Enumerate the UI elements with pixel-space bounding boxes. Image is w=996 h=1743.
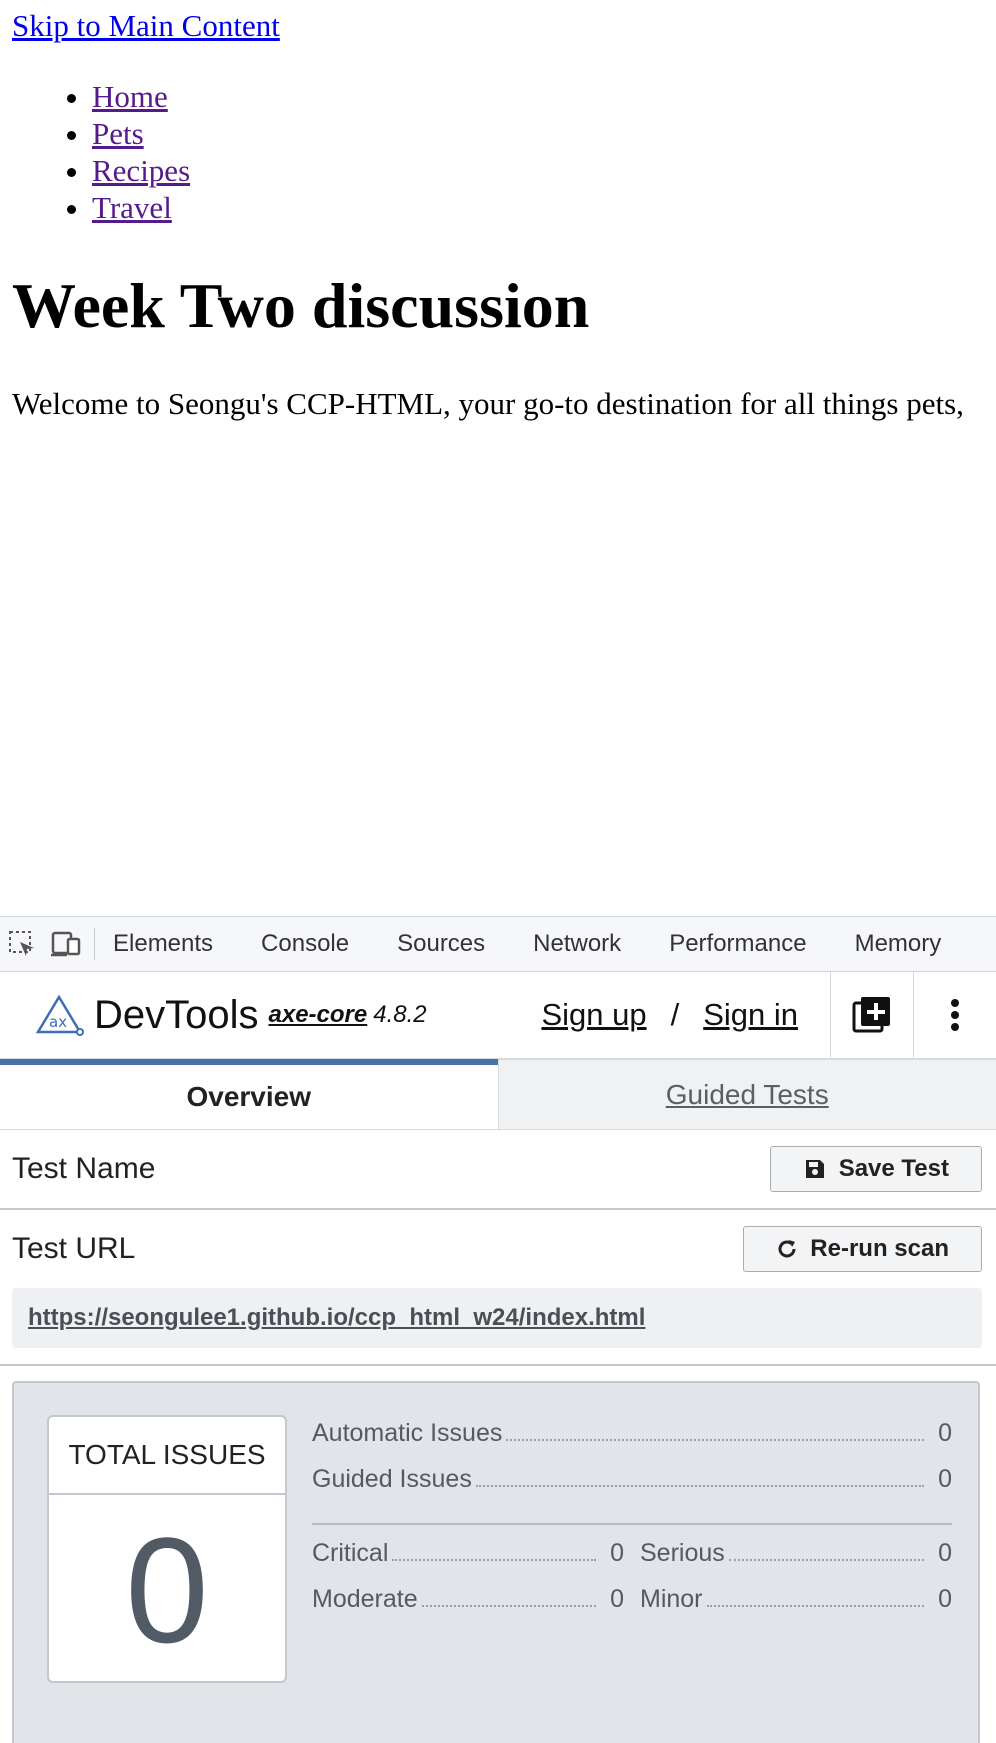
stat-automatic-issues: Automatic Issues 0 (312, 1419, 952, 1465)
guided-issues-count: 0 (934, 1465, 952, 1494)
critical-count: 0 (606, 1539, 624, 1568)
device-toolbar-icon[interactable] (44, 917, 88, 971)
total-issues-count: 0 (49, 1495, 285, 1685)
test-name-row: Test Name Save Test (0, 1130, 996, 1210)
rerun-scan-button[interactable]: Re-run scan (743, 1226, 982, 1272)
nav-item-pets: Pets (92, 115, 190, 152)
nav-link-home[interactable]: Home (92, 79, 168, 114)
nav-item-recipes: Recipes (92, 152, 190, 189)
nav-link-pets[interactable]: Pets (92, 116, 144, 151)
guided-issues-label: Guided Issues (312, 1465, 472, 1494)
serious-count: 0 (934, 1539, 952, 1568)
auth-links: Sign up / Sign in (541, 997, 798, 1033)
tab-overview[interactable]: Overview (0, 1059, 498, 1129)
test-url-label: Test URL (12, 1232, 135, 1266)
toolbar-divider (94, 928, 95, 960)
nav-link-travel[interactable]: Travel (92, 190, 172, 225)
axe-version: 4.8.2 (373, 1001, 426, 1029)
minor-label: Minor (640, 1585, 703, 1614)
sign-up-link[interactable]: Sign up (541, 997, 646, 1033)
automatic-issues-count: 0 (934, 1419, 952, 1448)
total-issues-card: TOTAL ISSUES 0 (47, 1415, 287, 1683)
axe-title: DevTools (94, 993, 259, 1038)
total-issues-label: TOTAL ISSUES (49, 1417, 285, 1495)
dot-leader (729, 1559, 924, 1561)
stat-critical: Critical 0 (312, 1539, 624, 1585)
test-url-link[interactable]: https://seongulee1.github.io/ccp_html_w2… (12, 1288, 982, 1348)
moderate-count: 0 (606, 1585, 624, 1614)
page-heading: Week Two discussion (12, 268, 589, 345)
dot-leader (392, 1559, 596, 1561)
nav-item-home: Home (92, 78, 190, 115)
severity-grid: Critical 0 Serious 0 Moderate 0 Minor (312, 1539, 952, 1631)
intro-text: Welcome to Seongu's CCP-HTML, your go-to… (12, 386, 964, 422)
more-options-button[interactable] (913, 972, 996, 1058)
tab-performance[interactable]: Performance (669, 930, 806, 958)
section-divider (0, 1364, 996, 1366)
auth-separator: / (671, 997, 680, 1033)
test-url-row: Test URL Re-run scan (0, 1210, 996, 1288)
site-nav: Home Pets Recipes Travel (52, 78, 190, 226)
save-test-button[interactable]: Save Test (770, 1146, 982, 1192)
new-scan-button[interactable] (830, 972, 913, 1058)
devtools-panel: Elements Console Sources Network Perform… (0, 916, 996, 1743)
sign-in-link[interactable]: Sign in (703, 997, 798, 1033)
tab-network[interactable]: Network (533, 930, 621, 958)
refresh-icon (776, 1238, 798, 1260)
tab-console[interactable]: Console (261, 930, 349, 958)
stat-serious: Serious 0 (640, 1539, 952, 1585)
stat-minor: Minor 0 (640, 1585, 952, 1631)
critical-label: Critical (312, 1539, 388, 1568)
nav-item-travel: Travel (92, 189, 190, 226)
tab-memory[interactable]: Memory (855, 930, 942, 958)
axe-core-link[interactable]: axe-core (269, 1001, 368, 1029)
serious-label: Serious (640, 1539, 725, 1568)
rerun-scan-label: Re-run scan (810, 1235, 949, 1263)
save-icon (803, 1157, 827, 1181)
axe-logo-icon: ax (34, 994, 84, 1036)
skip-to-main-link[interactable]: Skip to Main Content (12, 8, 280, 44)
stat-moderate: Moderate 0 (312, 1585, 624, 1631)
moderate-label: Moderate (312, 1585, 418, 1614)
kebab-menu-icon (950, 998, 960, 1032)
stat-guided-issues: Guided Issues 0 (312, 1465, 952, 1511)
automatic-issues-label: Automatic Issues (312, 1419, 502, 1448)
save-test-label: Save Test (839, 1155, 949, 1183)
axe-header: ax DevTools axe-core 4.8.2 Sign up / Sig… (0, 972, 996, 1059)
stats-divider (312, 1523, 952, 1525)
axe-logo: ax DevTools axe-core 4.8.2 (34, 993, 427, 1038)
tab-sources[interactable]: Sources (397, 930, 485, 958)
dot-leader (476, 1485, 924, 1487)
page-viewport: Skip to Main Content Home Pets Recipes T… (0, 0, 996, 916)
issues-summary-panel: TOTAL ISSUES 0 Automatic Issues 0 Guided… (12, 1381, 980, 1743)
dot-leader (506, 1439, 924, 1441)
dot-leader (422, 1605, 596, 1607)
inspect-element-icon[interactable] (0, 917, 44, 971)
svg-text:ax: ax (49, 1013, 67, 1031)
issue-stats: Automatic Issues 0 Guided Issues 0 Criti… (312, 1419, 952, 1631)
tab-elements[interactable]: Elements (113, 930, 213, 958)
tab-guided-tests[interactable]: Guided Tests (498, 1059, 996, 1129)
nav-link-recipes[interactable]: Recipes (92, 153, 190, 188)
devtools-tab-bar: Elements Console Sources Network Perform… (0, 917, 996, 972)
dot-leader (707, 1605, 924, 1607)
add-library-icon (852, 995, 892, 1035)
minor-count: 0 (934, 1585, 952, 1614)
test-name-label: Test Name (12, 1152, 155, 1186)
axe-tab-bar: Overview Guided Tests (0, 1059, 996, 1130)
